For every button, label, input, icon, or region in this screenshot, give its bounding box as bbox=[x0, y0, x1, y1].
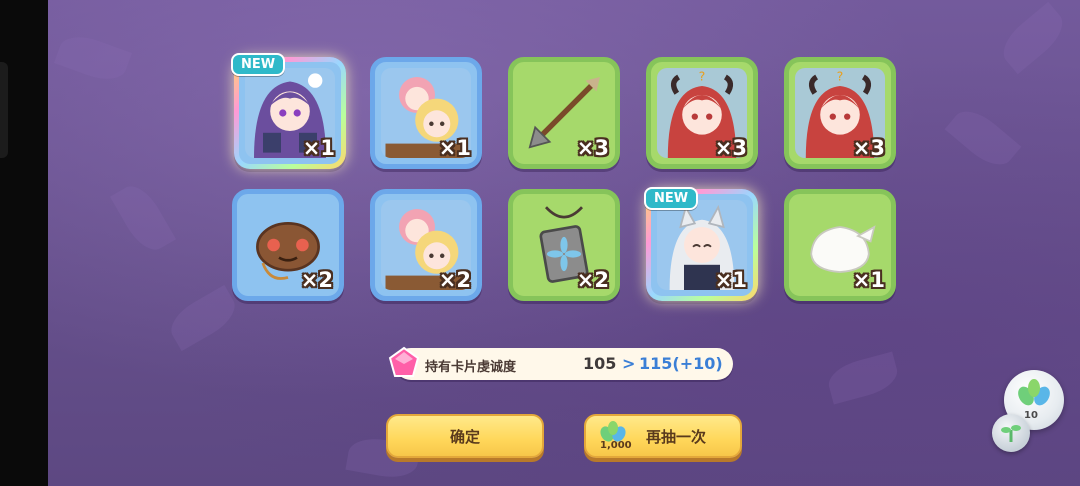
confirm-button-label: 确定 bbox=[449, 427, 480, 446]
affinity-arrow: > bbox=[622, 354, 636, 373]
redraw-cost: 1,000 bbox=[600, 440, 632, 451]
device-edge bbox=[0, 0, 48, 486]
reward-card-8[interactable]: ×2 bbox=[508, 189, 620, 301]
quantity-label: ×3 bbox=[576, 136, 609, 160]
reward-card-3[interactable]: ×3 bbox=[508, 57, 620, 169]
affinity-before-value: 105 bbox=[583, 354, 617, 373]
redraw-button-label: 再抽一次 bbox=[645, 427, 706, 446]
reward-card-5[interactable]: ? ×3 bbox=[784, 57, 896, 169]
reward-card-6[interactable]: ×2 bbox=[232, 189, 344, 301]
new-badge: NEW bbox=[644, 187, 699, 210]
affinity-bar: 持有卡片虔诚度 105 > 115(+10) bbox=[388, 346, 733, 380]
redraw-button[interactable]: 1,000 再抽一次 bbox=[584, 414, 742, 458]
quantity-label: ×3 bbox=[852, 136, 885, 160]
svg-text:?: ? bbox=[699, 69, 706, 84]
reward-card-7[interactable]: ×2 bbox=[370, 189, 482, 301]
quantity-label: ×2 bbox=[576, 268, 609, 292]
quantity-label: ×2 bbox=[300, 268, 333, 292]
camera-notch bbox=[0, 62, 8, 158]
bg-leaf bbox=[994, 1, 1072, 75]
reward-card-2[interactable]: ×1 bbox=[370, 57, 482, 169]
quantity-label: ×1 bbox=[438, 136, 471, 160]
quantity-label: ×1 bbox=[302, 136, 335, 160]
bg-leaf bbox=[944, 101, 1022, 175]
quantity-label: ×1 bbox=[714, 268, 747, 292]
bg-leaf bbox=[109, 178, 177, 258]
quantity-label: ×1 bbox=[852, 268, 885, 292]
reward-card-10[interactable]: ×1 bbox=[784, 189, 896, 301]
reward-card-4[interactable]: ? ×3 bbox=[646, 57, 758, 169]
bg-leaf bbox=[824, 351, 902, 405]
confirm-button[interactable]: 确定 bbox=[386, 414, 544, 458]
bg-leaf bbox=[53, 29, 133, 87]
sprout-bubble[interactable] bbox=[992, 414, 1030, 452]
quantity-label: ×3 bbox=[714, 136, 747, 160]
quantity-label: ×2 bbox=[438, 268, 471, 292]
new-badge: NEW bbox=[231, 53, 286, 76]
pink-gem-icon bbox=[388, 346, 420, 377]
bg-leaf bbox=[163, 284, 243, 352]
sprout-icon bbox=[1001, 425, 1021, 442]
svg-text:?: ? bbox=[837, 69, 844, 84]
affinity-after-value: 115(+10) bbox=[639, 354, 723, 373]
affinity-label: 持有卡片虔诚度 bbox=[425, 360, 517, 375]
